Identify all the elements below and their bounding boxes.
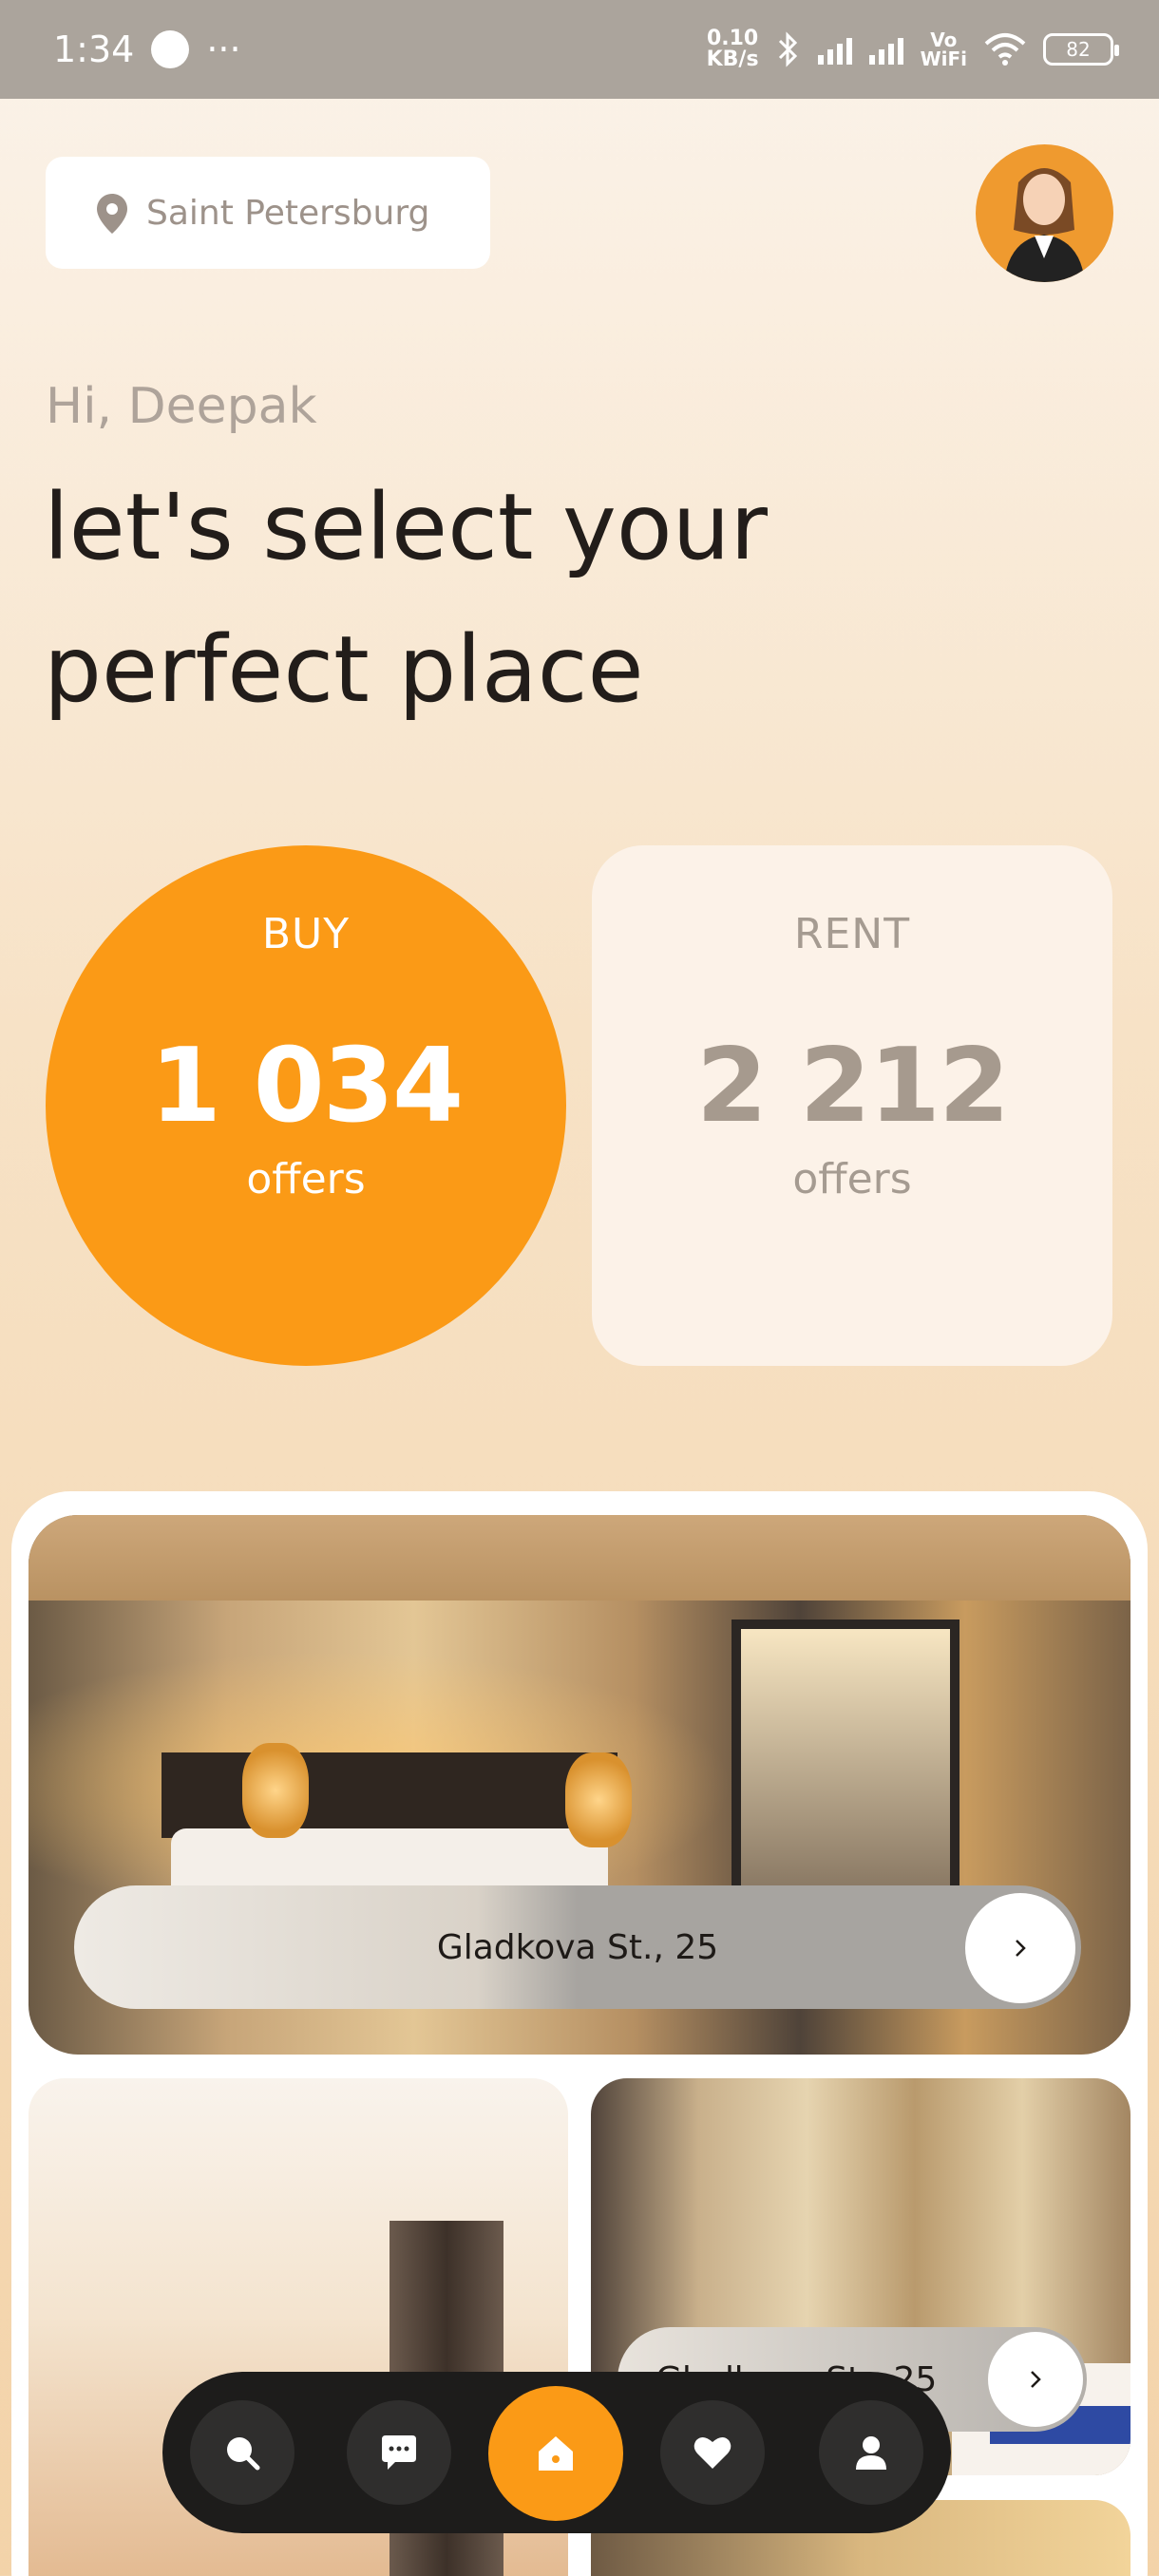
buy-unit: offers	[246, 1155, 366, 1203]
status-time: 1:34	[53, 28, 135, 70]
location-pin-icon	[97, 194, 127, 234]
signal-icon-2	[868, 34, 903, 65]
vowifi-label: Vo WiFi	[921, 30, 967, 68]
status-left: 1:34 ···	[53, 28, 241, 70]
rent-offers-card[interactable]: RENT 2 212 offers	[592, 845, 1112, 1366]
rent-count: 2 212	[695, 1027, 1010, 1146]
listing-address: Gladkova St., 25	[436, 1927, 719, 1967]
signal-icon	[817, 34, 852, 65]
page-headline: let's select your perfect place	[44, 474, 768, 723]
battery-icon: 82	[1043, 33, 1119, 66]
bluetooth-icon	[778, 31, 797, 67]
buy-label: BUY	[261, 910, 351, 958]
photo-lamp	[565, 1752, 632, 1847]
buy-offers-card[interactable]: BUY 1 034 offers	[46, 845, 566, 1366]
photo-lamp	[242, 1743, 309, 1838]
listing-open-button[interactable]	[965, 1893, 1075, 2003]
location-selector[interactable]: Saint Petersburg	[46, 157, 490, 269]
location-city: Saint Petersburg	[146, 193, 430, 233]
nav-search-button[interactable]	[190, 2400, 294, 2505]
rent-label: RENT	[793, 910, 911, 958]
listing-open-button-small[interactable]	[988, 2332, 1083, 2427]
avatar[interactable]	[976, 144, 1113, 282]
greeting-text: Hi, Deepak	[46, 378, 317, 435]
avatar-image	[1004, 168, 1085, 282]
nav-favorites-button[interactable]	[660, 2400, 765, 2505]
network-speed: 0.10 KB/s	[707, 28, 759, 70]
rent-unit: offers	[792, 1155, 912, 1203]
photo-headboard	[162, 1752, 618, 1838]
nav-profile-button[interactable]	[819, 2400, 923, 2505]
user-icon	[856, 2436, 886, 2470]
nav-home-button[interactable]	[488, 2386, 623, 2521]
search-icon	[227, 2437, 260, 2471]
status-more: ···	[206, 28, 241, 70]
vo-text: Vo	[930, 28, 958, 51]
status-bar: 1:34 ··· 0.10 KB/s Vo WiFi 82	[0, 0, 1159, 99]
listing-address-bar[interactable]: Gladkova St., 25	[74, 1885, 1081, 2009]
heart-icon	[694, 2436, 732, 2469]
home-icon	[539, 2436, 573, 2471]
chat-icon	[382, 2435, 416, 2470]
nav-chat-button[interactable]	[347, 2400, 451, 2505]
wifi-icon	[984, 33, 1026, 66]
network-speed-value: 0.10	[706, 27, 759, 50]
buy-count: 1 034	[149, 1027, 464, 1146]
status-right: 0.10 KB/s Vo WiFi 82	[707, 28, 1119, 70]
wifi-text: WiFi	[920, 47, 967, 70]
battery-level: 82	[1066, 38, 1091, 61]
chevron-right-icon	[1016, 1940, 1026, 1957]
chevron-right-icon	[1031, 2371, 1041, 2388]
notification-icon	[151, 30, 190, 68]
network-speed-unit: KB/s	[706, 47, 759, 71]
photo-ceiling	[28, 1515, 1130, 1601]
